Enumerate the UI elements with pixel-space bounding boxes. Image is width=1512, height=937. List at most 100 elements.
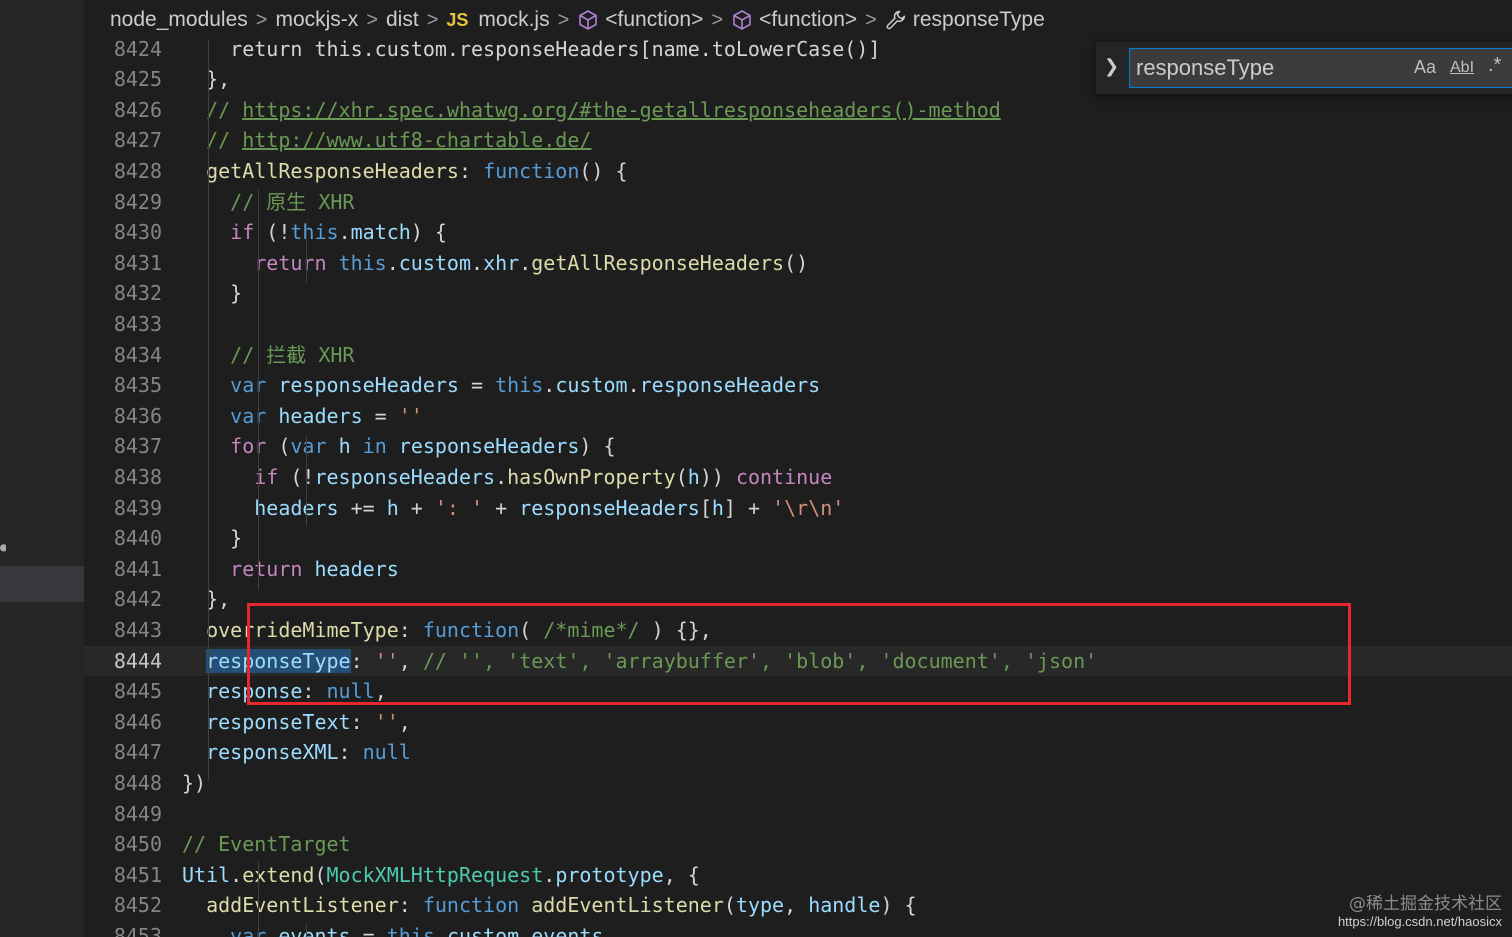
code-editor[interactable]: 8424 return this.custom.responseHeaders[… (84, 40, 1512, 937)
code-text[interactable]: response: null, (182, 676, 387, 707)
code-token: headers (278, 403, 363, 428)
match-whole-word-icon[interactable]: AbI (1450, 59, 1474, 77)
code-line[interactable]: 8433 (84, 309, 1512, 340)
code-token: : (350, 709, 375, 734)
code-line[interactable]: 8437 for (var h in responseHeaders) { (84, 431, 1512, 462)
chevron-right-icon: > (366, 8, 378, 31)
line-number: 8442 (113, 587, 162, 612)
code-token: (! (254, 220, 291, 245)
breadcrumb-item-response-type[interactable]: responseType (913, 8, 1045, 32)
code-text[interactable]: }, (182, 584, 230, 615)
js-file-icon: JS (446, 9, 469, 30)
code-token: null (326, 679, 375, 704)
code-line[interactable]: 8444 responseType: '', // '', 'text', 'a… (84, 645, 1512, 677)
code-text[interactable]: return this.custom.responseHeaders[name.… (182, 40, 880, 64)
code-text[interactable]: responseType: '', // '', 'text', 'arrayb… (182, 646, 1097, 677)
code-text[interactable]: overrideMimeType: function( /*mime*/ ) {… (182, 615, 712, 646)
code-line[interactable]: 8436 var headers = '' (84, 401, 1512, 432)
code-text[interactable]: responseXML: null (182, 737, 411, 768)
code-line[interactable]: 8439 headers += h + ': ' + responseHeade… (84, 493, 1512, 524)
code-line[interactable]: 8447 responseXML: null (84, 737, 1512, 768)
code-line[interactable]: 8448}) (84, 768, 1512, 799)
chevron-right-icon: > (711, 8, 724, 31)
code-text[interactable]: Util.extend(MockXMLHttpRequest.prototype… (182, 860, 700, 891)
code-text[interactable]: return headers (182, 554, 399, 585)
code-line[interactable]: 8427 // http://www.utf8-chartable.de/ (84, 125, 1512, 156)
code-line[interactable]: 8438 if (!responseHeaders.hasOwnProperty… (84, 462, 1512, 493)
sidebar-selected-item[interactable] (0, 566, 84, 602)
code-token: hasOwnProperty (507, 464, 676, 489)
code-token: match (350, 220, 411, 245)
code-line[interactable]: 8441 return headers (84, 554, 1512, 585)
breadcrumb-item-function-1[interactable]: <function> (605, 8, 703, 32)
chevron-right-icon: > (557, 8, 570, 31)
code-line[interactable]: 8443 overrideMimeType: function( /*mime*… (84, 615, 1512, 646)
code-token: h (386, 495, 399, 520)
code-line[interactable]: 8453 var events = this.custom.events (84, 921, 1512, 937)
breadcrumb-item-mockjs-x[interactable]: mockjs-x (275, 8, 358, 32)
code-text[interactable]: }) (182, 768, 206, 799)
code-line[interactable]: 8445 response: null, (84, 676, 1512, 707)
code-line[interactable]: 8429 // 原生 XHR (84, 187, 1512, 218)
code-text[interactable]: if (!this.match) { (182, 217, 447, 248)
code-line[interactable]: 8434 // 拦截 XHR (84, 340, 1512, 371)
regex-icon[interactable]: .* (1488, 54, 1501, 77)
code-text[interactable]: var events = this.custom.events (182, 921, 603, 937)
code-line[interactable]: 8449 (84, 799, 1512, 830)
code-token: responseHeaders (398, 434, 580, 459)
code-text[interactable]: return this.custom.xhr.getAllResponseHea… (182, 248, 808, 279)
code-text[interactable]: for (var h in responseHeaders) { (182, 431, 616, 462)
code-token: }) (182, 770, 207, 795)
code-text[interactable]: getAllResponseHeaders: function() { (182, 156, 627, 187)
code-line[interactable]: 8435 var responseHeaders = this.custom.r… (84, 370, 1512, 401)
find-input[interactable] (1136, 49, 1396, 87)
breadcrumb-item-node-modules[interactable]: node_modules (110, 8, 248, 32)
code-text[interactable]: responseText: '', (182, 707, 411, 738)
code-text[interactable]: // http://www.utf8-chartable.de/ (182, 125, 591, 156)
code-line[interactable]: 8442 }, (84, 584, 1512, 615)
code-line[interactable]: 8451 Util.extend(MockXMLHttpRequest.proto… (84, 860, 1512, 891)
breadcrumb-item-mock-js[interactable]: mock.js (478, 8, 549, 32)
code-token: // '', 'text', 'arraybuffer', 'blob', 'd… (422, 648, 1098, 673)
code-text[interactable]: addEventListener: function addEventListe… (182, 890, 916, 921)
code-text[interactable]: } (182, 278, 242, 309)
code-token: )) (699, 464, 736, 489)
match-case-icon[interactable]: Aa (1414, 57, 1436, 78)
code-text[interactable]: var responseHeaders = this.custom.respon… (182, 370, 820, 401)
code-line[interactable]: 8431 return this.custom.xhr.getAllRespon… (84, 248, 1512, 279)
breadcrumb-item-dist[interactable]: dist (386, 8, 419, 32)
code-line[interactable]: 8428 getAllResponseHeaders: function() { (84, 156, 1512, 187)
code-token: response (206, 679, 303, 704)
code-line[interactable]: 8446 responseText: '', (84, 707, 1512, 738)
code-token: // (182, 97, 243, 122)
code-text[interactable]: }, (182, 64, 230, 95)
sidebar-indicator: ● (0, 540, 6, 554)
code-token: . (543, 373, 556, 398)
code-text[interactable]: headers += h + ': ' + responseHeaders[h]… (182, 493, 844, 524)
code-line[interactable]: 8452 addEventListener: function addEvent… (84, 890, 1512, 921)
code-token: ) { (579, 434, 616, 459)
code-text[interactable]: } (182, 523, 242, 554)
line-number: 8438 (113, 464, 162, 489)
chevron-right-icon: > (426, 8, 439, 31)
code-text[interactable]: if (!responseHeaders.hasOwnProperty(h)) … (182, 462, 832, 493)
code-line[interactable]: 8450 // EventTarget (84, 829, 1512, 860)
code-line[interactable]: 8426 // https://xhr.spec.whatwg.org/#the… (84, 95, 1512, 126)
code-text[interactable]: // https://xhr.spec.whatwg.org/#the-geta… (182, 95, 1001, 126)
breadcrumb-item-function-2[interactable]: <function> (759, 8, 857, 32)
code-text[interactable]: // EventTarget (182, 829, 351, 860)
line-number: 8428 (113, 158, 162, 183)
toggle-replace-chevron-icon[interactable]: ❯ (1104, 56, 1119, 77)
code-token: h (338, 434, 351, 459)
code-line[interactable]: 8440 } (84, 523, 1512, 554)
code-token: custom (398, 250, 472, 275)
code-line[interactable]: 8430 if (!this.match) { (84, 217, 1512, 248)
code-line[interactable]: 8432 } (84, 278, 1512, 309)
chevron-right-icon: > (255, 8, 268, 31)
code-text[interactable]: var headers = '' (182, 401, 423, 432)
